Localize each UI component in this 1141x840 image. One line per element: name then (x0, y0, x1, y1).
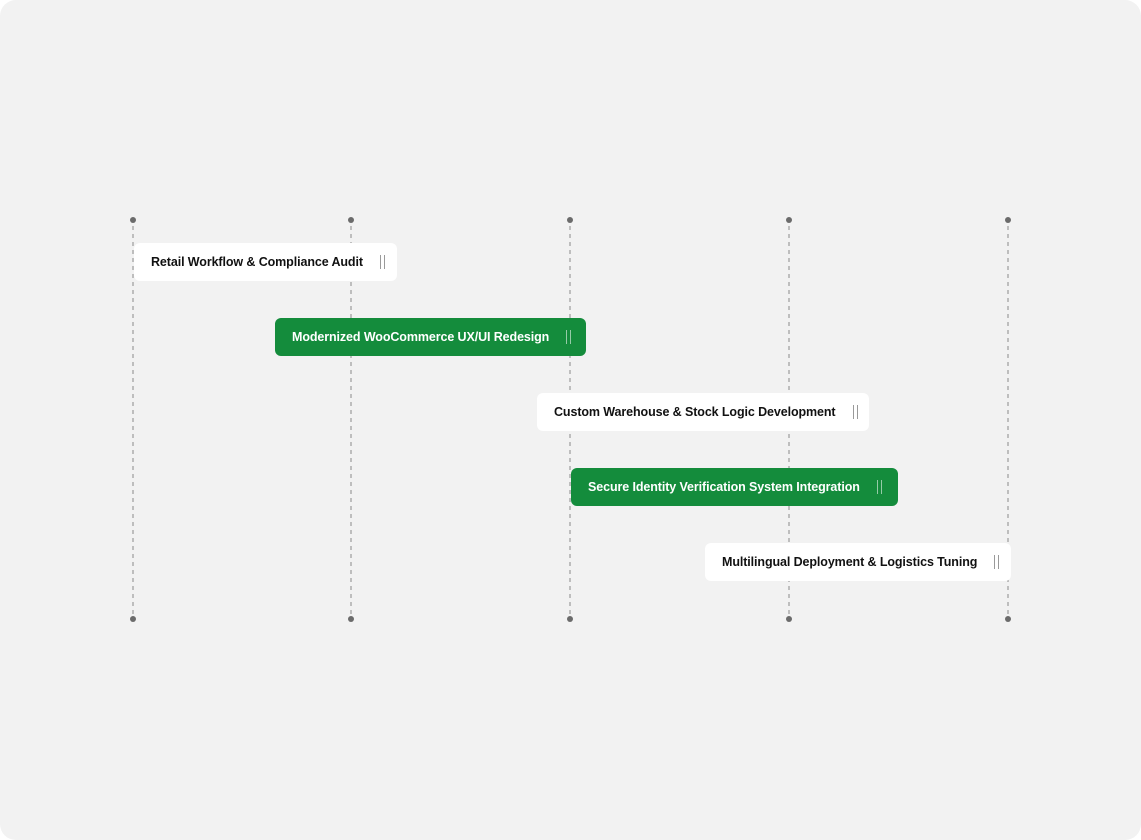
drag-handle-icon[interactable] (876, 480, 882, 494)
task-label: Multilingual Deployment & Logistics Tuni… (722, 555, 978, 569)
task-label: Modernized WooCommerce UX/UI Redesign (292, 330, 550, 344)
drag-handle-icon[interactable] (566, 330, 572, 344)
task-label: Custom Warehouse & Stock Logic Developme… (554, 405, 836, 419)
task-bar-identity-verification[interactable]: Secure Identity Verification System Inte… (571, 468, 898, 506)
task-label: Secure Identity Verification System Inte… (588, 480, 860, 494)
drag-handle-icon[interactable] (379, 255, 385, 269)
task-bar-multilingual-deployment[interactable]: Multilingual Deployment & Logistics Tuni… (705, 543, 1011, 581)
guide-dot-top-4 (786, 217, 792, 223)
guide-dot-bottom-4 (786, 616, 792, 622)
guide-dot-top-3 (567, 217, 573, 223)
drag-handle-icon[interactable] (994, 555, 1000, 569)
guide-dot-top-5 (1005, 217, 1011, 223)
drag-handle-icon[interactable] (852, 405, 858, 419)
timeline-canvas: Retail Workflow & Compliance Audit Moder… (0, 0, 1141, 840)
task-bar-warehouse-logic[interactable]: Custom Warehouse & Stock Logic Developme… (537, 393, 869, 431)
guide-dot-top-1 (130, 217, 136, 223)
task-bar-compliance-audit[interactable]: Retail Workflow & Compliance Audit (134, 243, 397, 281)
guide-dot-top-2 (348, 217, 354, 223)
task-bar-ux-redesign[interactable]: Modernized WooCommerce UX/UI Redesign (275, 318, 586, 356)
guide-dot-bottom-1 (130, 616, 136, 622)
task-label: Retail Workflow & Compliance Audit (151, 255, 363, 269)
guide-dot-bottom-3 (567, 616, 573, 622)
guide-dot-bottom-2 (348, 616, 354, 622)
guide-dot-bottom-5 (1005, 616, 1011, 622)
